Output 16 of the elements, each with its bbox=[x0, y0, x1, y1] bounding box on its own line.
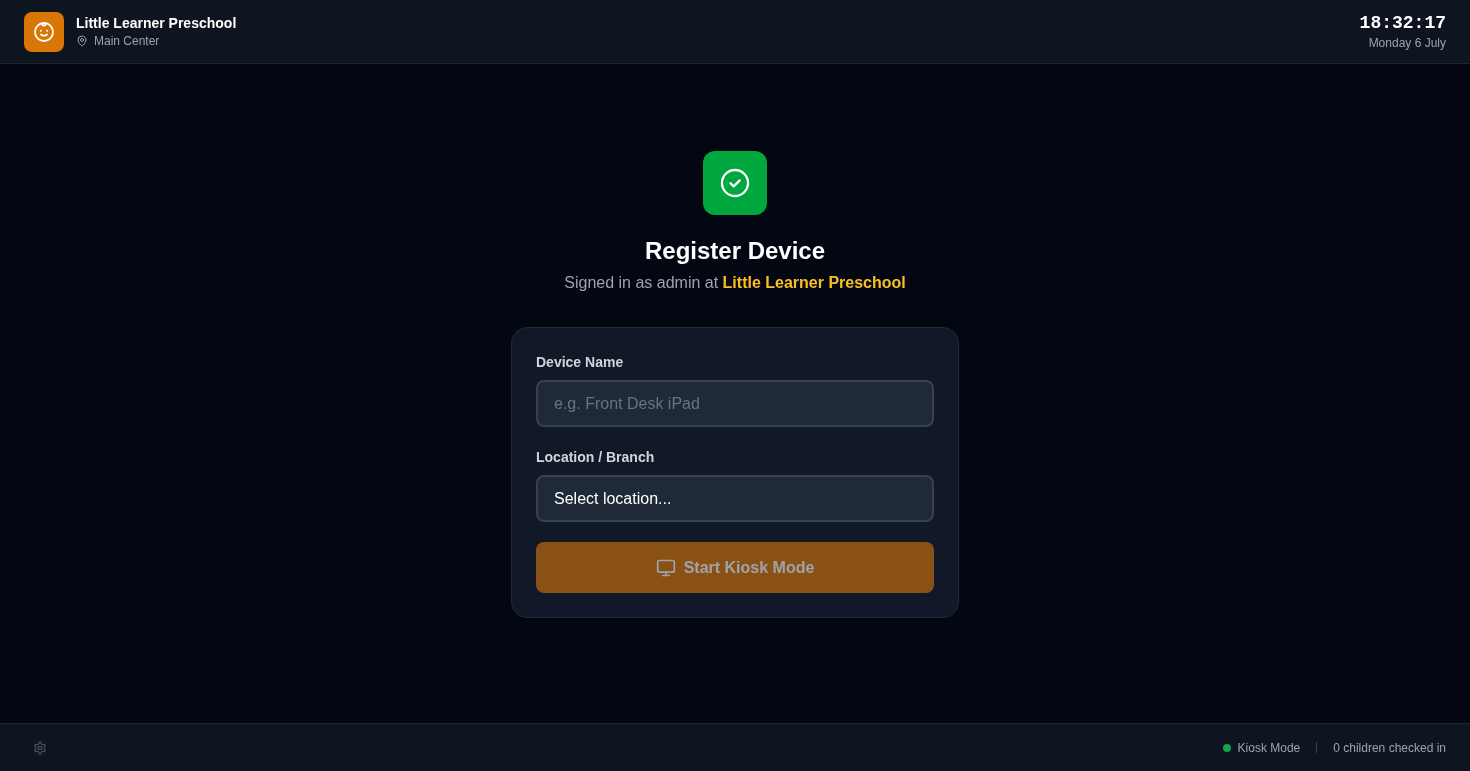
clock-time: 18:32:17 bbox=[1359, 12, 1446, 34]
settings-icon[interactable] bbox=[33, 740, 47, 755]
location-label: Main Center bbox=[94, 33, 160, 49]
page-title: Register Device bbox=[644, 236, 826, 266]
monitor-icon bbox=[655, 557, 676, 578]
device-name-input[interactable]: e.g. Front Desk iPad bbox=[536, 380, 934, 427]
signed-in-text: Signed in as admin at Little Learner Preschool bbox=[564, 273, 906, 293]
field-label: Location / Branch bbox=[536, 448, 655, 467]
map-pin-icon bbox=[76, 35, 88, 47]
baby-face-logo-icon bbox=[24, 11, 64, 52]
field-label: Device Name bbox=[536, 353, 624, 372]
kiosk-mode-status: Kiosk Mode bbox=[1237, 739, 1301, 757]
school-name: Little Learner Preschool bbox=[76, 14, 237, 32]
children-checked-in-count: 0 children checked in bbox=[1333, 739, 1446, 757]
location-select[interactable]: Select location... bbox=[536, 475, 934, 522]
clock-date: Monday 6 July bbox=[1368, 35, 1446, 51]
